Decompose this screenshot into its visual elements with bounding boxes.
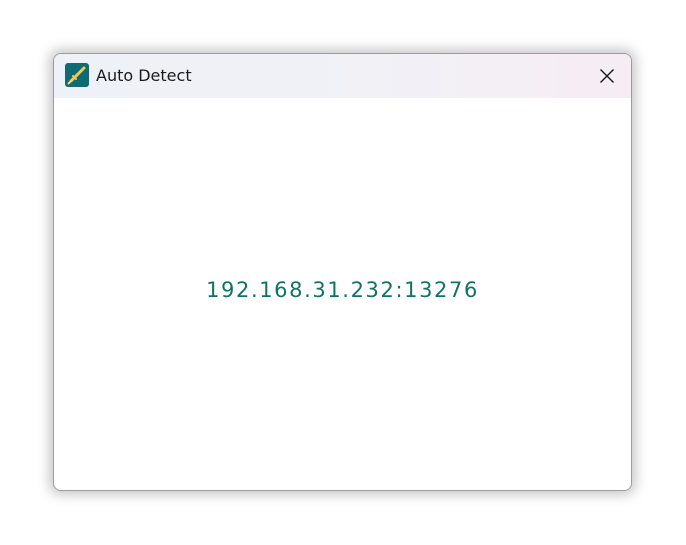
auto-detect-window: Auto Detect 192.168.31.232:13276 [53,53,632,491]
desktop: Auto Detect 192.168.31.232:13276 [0,0,686,545]
close-icon [600,69,614,83]
window-title: Auto Detect [96,66,192,85]
title-bar[interactable]: Auto Detect [54,54,631,98]
pen-tool-icon [65,63,89,87]
close-button[interactable] [583,54,631,98]
detected-address-label: 192.168.31.232:13276 [206,277,479,302]
window-content: 192.168.31.232:13276 [54,98,631,490]
